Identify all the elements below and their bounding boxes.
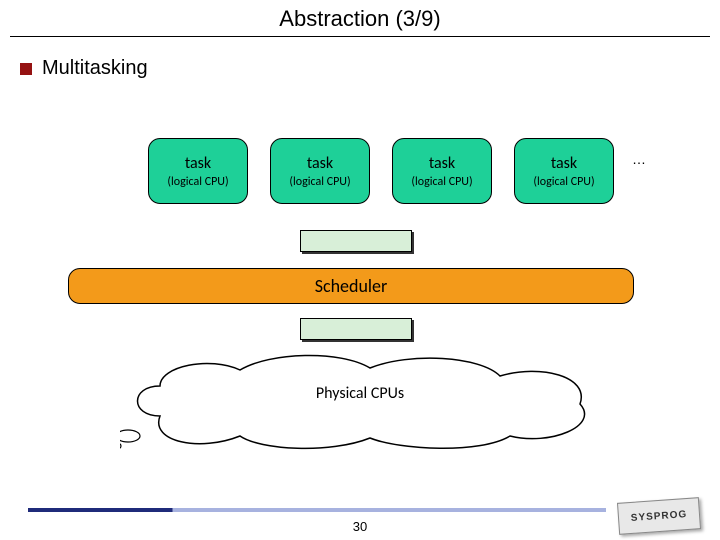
connector-bottom [300,318,412,340]
footer-rule [28,508,606,512]
task-box-4: task (logical CPU) [514,138,614,204]
task-box-3: task (logical CPU) [392,138,492,204]
bullet-text: Multitasking [42,57,148,80]
task-sublabel: (logical CPU) [533,175,594,189]
physical-cpus-label: Physical CPUs [0,384,720,403]
logo-badge: SYSPROG [617,497,701,535]
logo-text: SYSPROG [630,509,687,524]
task-sublabel: (logical CPU) [167,175,228,189]
tasks-ellipsis: … [632,151,646,167]
bullet-icon [20,63,32,75]
slide-title: Abstraction (3/9) [0,0,720,36]
title-rule [10,36,710,37]
task-box-2: task (logical CPU) [270,138,370,204]
task-box-1: task (logical CPU) [148,138,248,204]
task-label: task [429,154,455,173]
tasks-row: task (logical CPU) task (logical CPU) ta… [148,138,646,204]
task-sublabel: (logical CPU) [411,175,472,189]
task-sublabel: (logical CPU) [289,175,350,189]
connector-top [300,230,412,252]
bullet-row: Multitasking [20,57,720,80]
scheduler-label: Scheduler [315,275,388,297]
page-number: 30 [0,519,720,534]
task-label: task [307,154,333,173]
task-label: task [185,154,211,173]
task-label: task [551,154,577,173]
scheduler-box: Scheduler [68,268,634,304]
